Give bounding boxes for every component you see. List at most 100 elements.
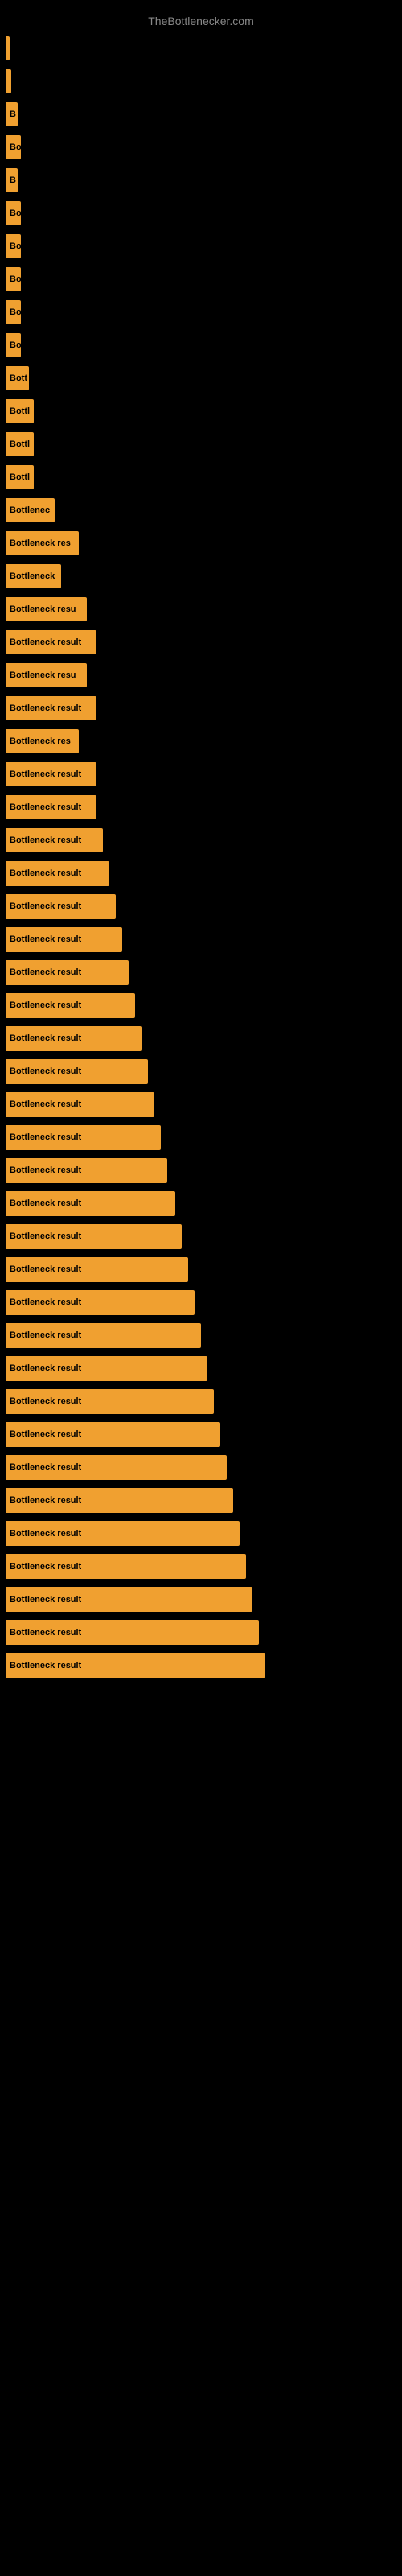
bar: Bottleneck result bbox=[6, 1455, 227, 1480]
bar-label: Bottleneck result bbox=[10, 1661, 81, 1670]
bar-row: Bottleneck result bbox=[0, 1221, 402, 1252]
bar-row: Bottleneck res bbox=[0, 528, 402, 559]
bar: Bottleneck resu bbox=[6, 663, 87, 687]
bar-row: Bottleneck result bbox=[0, 693, 402, 724]
bar-row: Bottleneck result bbox=[0, 1122, 402, 1153]
bar-label: Bo bbox=[10, 341, 21, 350]
bar-row: B bbox=[0, 99, 402, 130]
bar-row: Bottleneck result bbox=[0, 858, 402, 889]
bar-label: Bottlenec bbox=[10, 506, 50, 515]
bar-label: Bottleneck result bbox=[10, 935, 81, 944]
bar-label: Bottleneck res bbox=[10, 737, 71, 746]
bar-row: Bottleneck result bbox=[0, 759, 402, 790]
bar: Bottleneck result bbox=[6, 696, 96, 720]
bar-row: Bottleneck result bbox=[0, 1089, 402, 1120]
bar-label: Bottleneck bbox=[10, 572, 55, 581]
chart-container: TheBottlenecker.com BBoBBoBoBoBoBoBottBo… bbox=[0, 0, 402, 1691]
bar-row: Bo bbox=[0, 330, 402, 361]
bar: Bottleneck result bbox=[6, 861, 109, 886]
bar-label: Bottleneck result bbox=[10, 1133, 81, 1142]
bar: Bottleneck result bbox=[6, 1653, 265, 1678]
bar-label: Bottl bbox=[10, 473, 30, 482]
bar: Bottleneck result bbox=[6, 1092, 154, 1117]
bar-label: Bottleneck result bbox=[10, 1100, 81, 1109]
bar-row: Bottleneck result bbox=[0, 1254, 402, 1285]
bar-row: Bottleneck result bbox=[0, 957, 402, 988]
bar: B bbox=[6, 102, 18, 126]
bar: Bottleneck result bbox=[6, 960, 129, 985]
bar: Bottleneck result bbox=[6, 894, 116, 919]
bar-row: Bottleneck result bbox=[0, 1617, 402, 1648]
bar: Bottleneck result bbox=[6, 1224, 182, 1249]
bar-row: Bott bbox=[0, 363, 402, 394]
bar-label: Bottleneck result bbox=[10, 1430, 81, 1439]
bar-label: Bottleneck result bbox=[10, 1034, 81, 1043]
bar-row: Bottleneck result bbox=[0, 1188, 402, 1219]
bar: Bottl bbox=[6, 399, 34, 423]
bar: Bottleneck result bbox=[6, 1554, 246, 1579]
bar-label: Bottleneck result bbox=[10, 1463, 81, 1472]
bar: Bo bbox=[6, 300, 21, 324]
bar-row: Bottleneck result bbox=[0, 1320, 402, 1351]
bar: Bottleneck result bbox=[6, 1356, 207, 1381]
bar-row: B bbox=[0, 165, 402, 196]
bar-row: Bottleneck result bbox=[0, 1650, 402, 1681]
bar-row: Bottleneck result bbox=[0, 891, 402, 922]
bar-row: Bottleneck result bbox=[0, 1518, 402, 1549]
bar-label: Bo bbox=[10, 208, 21, 218]
bar-row: Bottl bbox=[0, 429, 402, 460]
bar: Bott bbox=[6, 366, 29, 390]
bar-label: Bottleneck resu bbox=[10, 605, 76, 614]
bar-label: Bottleneck result bbox=[10, 1067, 81, 1076]
bar-row: Bo bbox=[0, 231, 402, 262]
bar: Bo bbox=[6, 201, 21, 225]
bar-label: Bottleneck result bbox=[10, 1562, 81, 1571]
bar-row: Bottleneck result bbox=[0, 627, 402, 658]
bar: Bottleneck resu bbox=[6, 597, 87, 621]
bar-row: Bottleneck result bbox=[0, 990, 402, 1021]
bar: Bottlenec bbox=[6, 498, 55, 522]
bar-label: Bo bbox=[10, 242, 21, 251]
site-title: TheBottlenecker.com bbox=[0, 8, 402, 31]
bar-label: Bottleneck result bbox=[10, 770, 81, 779]
bar-row: Bottleneck resu bbox=[0, 660, 402, 691]
bar: Bottleneck result bbox=[6, 630, 96, 654]
bar: Bottleneck result bbox=[6, 1125, 161, 1150]
bar-row: Bottleneck res bbox=[0, 726, 402, 757]
bar-label: Bottleneck result bbox=[10, 1232, 81, 1241]
bar-row: Bottleneck result bbox=[0, 825, 402, 856]
bar: Bottleneck result bbox=[6, 993, 135, 1018]
bar-label: Bo bbox=[10, 275, 21, 284]
bar: Bo bbox=[6, 267, 21, 291]
bar-label: Bottleneck result bbox=[10, 1265, 81, 1274]
bar: Bottleneck result bbox=[6, 1290, 195, 1315]
bar-label: Bottleneck result bbox=[10, 869, 81, 878]
bar-label: Bottl bbox=[10, 440, 30, 449]
bar-label: Bottleneck result bbox=[10, 902, 81, 911]
bar-label: B bbox=[10, 109, 16, 119]
bar-row bbox=[0, 66, 402, 97]
bar-row: Bottleneck result bbox=[0, 1584, 402, 1615]
bar: Bottleneck result bbox=[6, 1059, 148, 1084]
bar: Bo bbox=[6, 234, 21, 258]
bar bbox=[6, 69, 11, 93]
bar-label: Bottleneck result bbox=[10, 1595, 81, 1604]
bar-row: Bottleneck result bbox=[0, 1023, 402, 1054]
bar-row: Bottleneck result bbox=[0, 1353, 402, 1384]
bar: Bottleneck result bbox=[6, 1521, 240, 1546]
bar: Bottleneck result bbox=[6, 1158, 167, 1183]
bar: Bottleneck res bbox=[6, 531, 79, 555]
bar-row: Bottleneck result bbox=[0, 1056, 402, 1087]
bar-row: Bottleneck result bbox=[0, 924, 402, 955]
bar-label: Bottleneck result bbox=[10, 704, 81, 713]
bar-row: Bottleneck result bbox=[0, 1155, 402, 1186]
bar-row: Bottleneck result bbox=[0, 1551, 402, 1582]
bar: Bottleneck result bbox=[6, 1389, 214, 1414]
bar-row: Bottleneck result bbox=[0, 1485, 402, 1516]
bar-label: Bottleneck result bbox=[10, 1001, 81, 1010]
bar-label: Bottleneck result bbox=[10, 1529, 81, 1538]
bar: Bottleneck res bbox=[6, 729, 79, 753]
bar-label: Bottleneck result bbox=[10, 1166, 81, 1175]
bar: Bottleneck result bbox=[6, 1026, 142, 1051]
bar-row bbox=[0, 33, 402, 64]
